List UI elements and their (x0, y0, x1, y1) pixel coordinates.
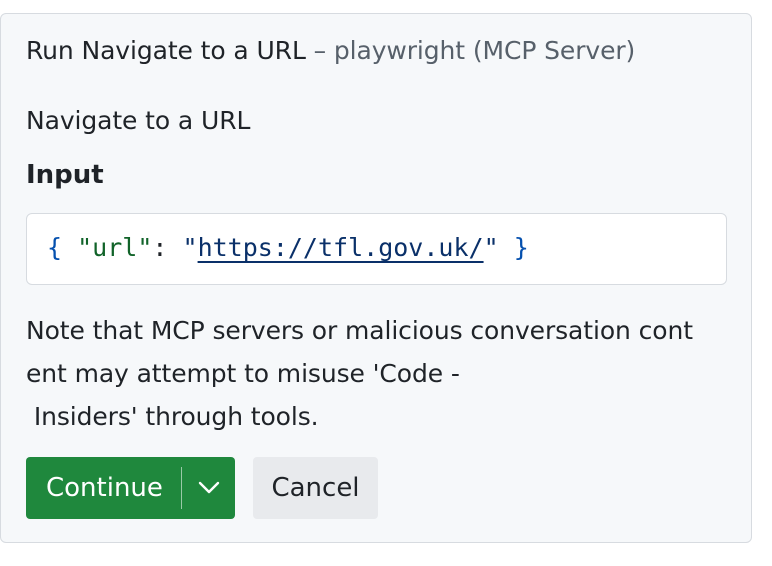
tool-description: Navigate to a URL (26, 106, 251, 135)
tool-confirmation-dialog: Run Navigate to a URL – playwright (MCP … (0, 13, 752, 543)
dialog-title-separator: – (305, 36, 334, 65)
json-close-brace: } (513, 233, 529, 262)
input-code-block: { "url": "https://tfl.gov.uk/" } (26, 213, 727, 285)
json-quote-open: " (182, 233, 198, 262)
chevron-down-icon (198, 481, 219, 494)
json-quote-close: " (483, 233, 499, 262)
url-link[interactable]: https://tfl.gov.uk/ (198, 233, 484, 262)
json-open-brace: { (47, 233, 63, 262)
continue-button[interactable]: Continue (26, 457, 235, 519)
security-note-line: ent may attempt to misuse 'Code - (26, 359, 460, 388)
security-note-line: Insiders' through tools. (26, 402, 319, 431)
continue-options-dropdown[interactable] (182, 457, 235, 519)
dialog-title-server: playwright (MCP Server) (333, 36, 636, 65)
cancel-button[interactable]: Cancel (253, 457, 378, 519)
security-note-line: Note that MCP servers or malicious conve… (26, 316, 693, 345)
security-note: Note that MCP servers or malicious conve… (26, 309, 736, 438)
input-heading: Input (26, 160, 104, 190)
dialog-title: Run Navigate to a URL – playwright (MCP … (26, 36, 635, 65)
json-key-url: "url" (77, 233, 153, 262)
json-input: { "url": "https://tfl.gov.uk/" } (47, 232, 529, 264)
dialog-title-main: Run Navigate to a URL (26, 36, 306, 65)
continue-button-label: Continue (46, 473, 163, 503)
json-colon: : (152, 233, 168, 262)
